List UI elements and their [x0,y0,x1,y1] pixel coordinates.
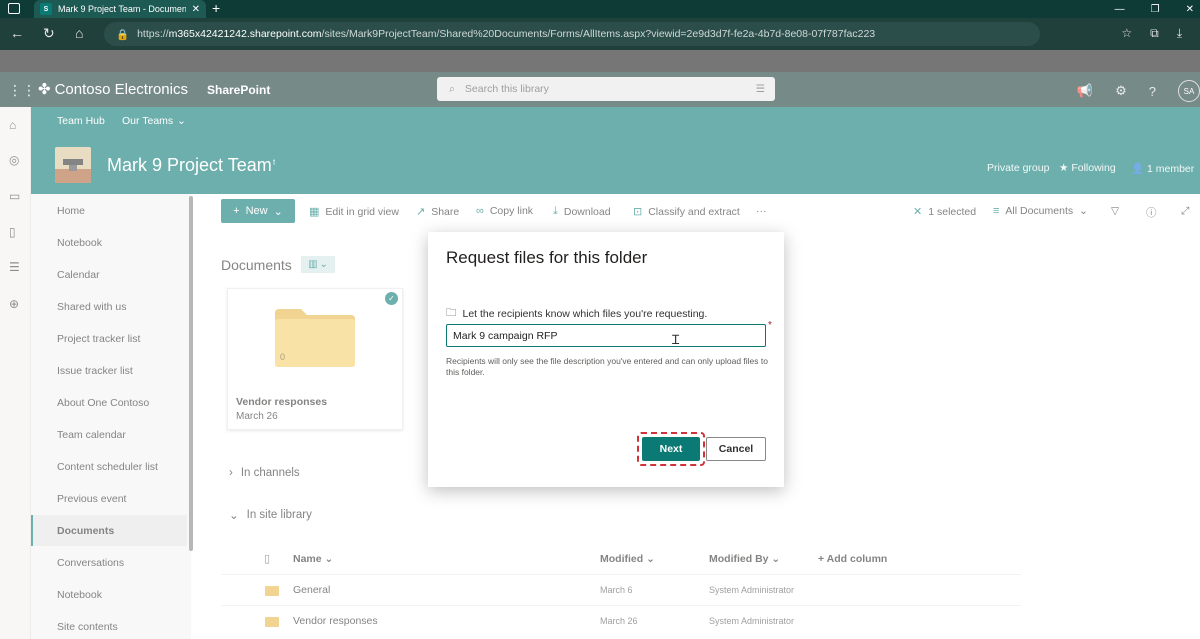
dialog-note: Recipients will only see the file descri… [446,356,768,377]
home-icon[interactable]: ⌂ [75,25,83,41]
required-indicator: * [768,320,772,331]
text-cursor-icon: Ɪ [672,332,680,347]
tab-title: Mark 9 Project Team - Documents [58,4,186,14]
minimize-icon[interactable]: — [1115,4,1125,15]
file-description-input[interactable] [446,324,766,347]
new-tab-icon[interactable]: + [212,0,220,18]
favorites-icon[interactable]: ☆ [1121,26,1132,41]
lock-icon: 🔒 [116,28,130,41]
browser-toolbar-icons: ☆ ⧉ ⤓ [1121,26,1182,41]
url-bar[interactable]: 🔒 https://m365x42421242.sharepoint.com/s… [104,22,1040,46]
window-controls: — ❐ ✕ [1115,0,1194,18]
sharepoint-favicon-icon: S [40,3,52,15]
address-bar-row: ← ↻ ⌂ 🔒 https://m365x42421242.sharepoint… [0,18,1200,50]
window-menu-icon[interactable] [8,3,20,14]
next-button[interactable]: Next [642,437,700,461]
close-window-icon[interactable]: ✕ [1186,4,1194,15]
url-text: https://m365x42421242.sharepoint.com/sit… [137,28,876,40]
close-tab-icon[interactable]: ✕ [192,4,200,15]
dialog-hint: 🗀 Let the recipients know which files yo… [446,305,707,323]
cancel-button[interactable]: Cancel [706,437,766,461]
restore-icon[interactable]: ❐ [1151,4,1160,15]
folder-request-icon: 🗀 [446,307,457,319]
collections-icon[interactable]: ⧉ [1150,26,1159,41]
back-icon[interactable]: ← [10,25,24,41]
dialog-title: Request files for this folder [446,248,648,267]
browser-tab[interactable]: S Mark 9 Project Team - Documents ✕ [34,0,206,18]
downloads-icon[interactable]: ⤓ [1177,26,1182,41]
request-files-dialog: Request files for this folder 🗀 Let the … [428,232,784,487]
refresh-icon[interactable]: ↻ [43,25,55,42]
